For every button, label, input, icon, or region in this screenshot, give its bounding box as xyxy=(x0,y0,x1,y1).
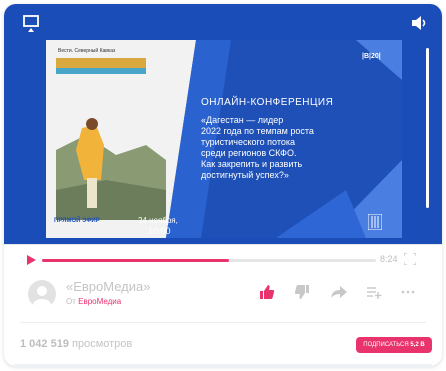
thumb-down-icon[interactable] xyxy=(294,284,310,300)
author-link[interactable]: ЕвроМедиа xyxy=(78,297,121,306)
video-card: Вести. Северный Кавказ |В|20| ОНЛАЙН-КОН… xyxy=(4,4,442,366)
time-label: 10:00 xyxy=(148,226,171,236)
subscribe-button[interactable]: ПОДПИСАТЬСЯ 5,2 В xyxy=(356,337,432,353)
progress-track[interactable] xyxy=(42,259,376,262)
card-shadow-strip xyxy=(14,364,432,367)
conference-title: ОНЛАЙН-КОНФЕРЕНЦИЯ xyxy=(201,97,334,108)
video-player[interactable]: Вести. Северный Кавказ |В|20| ОНЛАЙН-КОН… xyxy=(4,4,442,244)
view-count-number: 1 042 519 xyxy=(20,338,69,350)
logo-badge: |В|20| xyxy=(362,53,381,60)
cast-icon[interactable] xyxy=(23,15,39,35)
video-frame[interactable]: Вести. Северный Кавказ |В|20| ОНЛАЙН-КОН… xyxy=(46,40,402,238)
question-line: Как закрепить и развить xyxy=(201,159,303,169)
fullscreen-icon[interactable] xyxy=(404,253,416,265)
divider xyxy=(20,322,426,323)
play-icon[interactable] xyxy=(27,255,36,265)
question-line: «Дагестан — лидер xyxy=(201,115,284,125)
divider xyxy=(4,244,442,245)
view-count: 1 042 519 просмотров xyxy=(20,338,132,350)
question-line: 2022 года по темпам роста xyxy=(201,126,314,136)
progress-row: 8:24 xyxy=(4,251,442,269)
subscriber-count: 5,2 В xyxy=(410,342,425,348)
subscribe-label: ПОДПИСАТЬСЯ xyxy=(363,342,409,348)
volume-icon[interactable] xyxy=(410,15,430,31)
byline-prefix: От xyxy=(66,297,76,306)
date-label: 24 ноября, xyxy=(138,216,178,225)
time-label: 8:24 xyxy=(380,254,398,264)
progress-fill xyxy=(42,259,230,262)
channel-name[interactable]: «ЕвроМедиа» xyxy=(66,279,151,294)
live-label: ПРЯМОЙ ЭФИР xyxy=(54,218,100,224)
view-count-label: просмотров xyxy=(72,338,133,350)
avatar[interactable] xyxy=(28,280,56,308)
channel-badge-top: Вести. Северный Кавказ xyxy=(58,48,116,54)
byline: От ЕвроМедиа xyxy=(66,297,121,306)
share-icon[interactable] xyxy=(330,284,348,300)
playlist-add-icon[interactable] xyxy=(366,284,382,300)
question-line: среди регионов СКФО. xyxy=(201,148,297,158)
conference-question: «Дагестан — лидер 2022 года по темпам ро… xyxy=(201,115,314,181)
building-icon xyxy=(368,214,382,230)
user-icon xyxy=(33,286,51,308)
thumb-up-icon[interactable] xyxy=(259,284,275,300)
question-line: достигнутый успех?» xyxy=(201,170,289,180)
volume-slider[interactable] xyxy=(426,48,429,208)
more-icon[interactable] xyxy=(400,284,416,300)
question-line: туристического потока xyxy=(201,137,295,147)
